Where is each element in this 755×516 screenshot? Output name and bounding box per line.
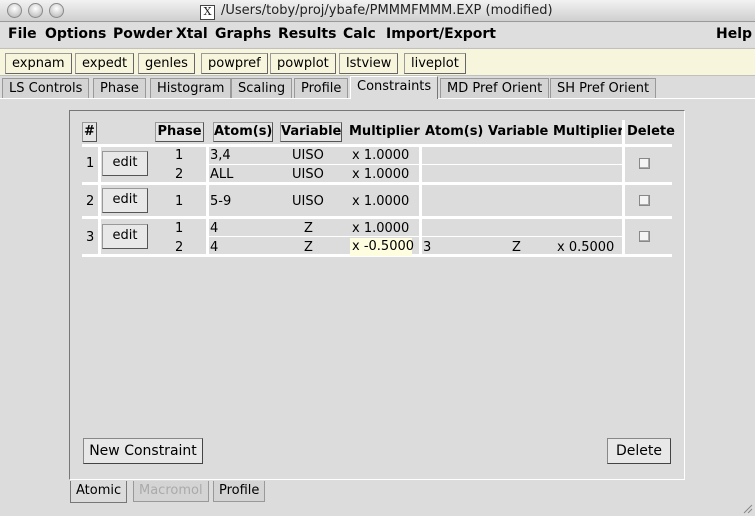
constraint-number: 2: [86, 194, 95, 209]
row-variable: UISO: [292, 194, 324, 209]
row-multiplier-selected[interactable]: x -0.5000: [350, 238, 414, 256]
row-multiplier[interactable]: x 1.0000: [352, 221, 409, 236]
tab-constraints[interactable]: Constraints: [350, 76, 439, 99]
zoom-window-button[interactable]: [49, 3, 64, 18]
row-variable: Z: [304, 240, 313, 255]
grid-rule: [82, 182, 672, 185]
menu-options[interactable]: Options: [45, 26, 106, 42]
row-variable: UISO: [292, 148, 324, 163]
grid-rule: [82, 216, 672, 219]
header-delete: Delete: [627, 124, 675, 139]
expnam-button[interactable]: expnam: [5, 53, 72, 74]
lstview-button[interactable]: lstview: [339, 53, 399, 74]
header-number[interactable]: #: [82, 122, 97, 142]
row-multiplier[interactable]: x 1.0000: [352, 194, 409, 209]
row-phase: 1: [175, 148, 184, 163]
tab-histogram[interactable]: Histogram: [150, 78, 232, 98]
delete-button[interactable]: Delete: [607, 438, 671, 464]
constraints-panel: [69, 110, 685, 480]
row-variable-2: Z: [512, 240, 521, 255]
tab-profile[interactable]: Profile: [294, 78, 349, 98]
grid-rule: [208, 236, 622, 237]
grid-rule: [622, 120, 625, 256]
close-window-button[interactable]: [7, 3, 22, 18]
edit-constraint-1-button[interactable]: edit: [102, 151, 148, 176]
toolbar: expnam expedt genles powpref powplot lst…: [0, 48, 755, 76]
constraint-number: 3: [86, 230, 95, 245]
tab-ls-controls[interactable]: LS Controls: [2, 78, 90, 98]
header-atoms[interactable]: Atom(s): [213, 122, 273, 142]
header-atoms-2: Atom(s): [425, 124, 484, 139]
row-atoms-2[interactable]: 3: [423, 240, 431, 255]
resize-grip-icon[interactable]: [741, 502, 753, 514]
header-multiplier-2: Multiplier: [553, 124, 624, 139]
powplot-button[interactable]: powplot: [270, 53, 336, 74]
genles-button[interactable]: genles: [138, 53, 195, 74]
row-multiplier[interactable]: x 1.0000: [352, 167, 409, 182]
header-variable-2: Variable: [488, 124, 549, 139]
menu-help[interactable]: Help: [716, 26, 752, 42]
row-multiplier[interactable]: x 1.0000: [352, 148, 409, 163]
minimize-window-button[interactable]: [28, 3, 43, 18]
edit-constraint-2-button[interactable]: edit: [102, 188, 148, 213]
menu-calc[interactable]: Calc: [343, 26, 376, 42]
delete-checkbox-2[interactable]: [639, 195, 650, 206]
grid-rule: [419, 144, 422, 256]
grid-rule: [208, 164, 622, 165]
tab-profile-bottom[interactable]: Profile: [213, 481, 266, 502]
menu-bar: File Options Powder Xtal Graphs Results …: [0, 23, 755, 47]
row-multiplier-2[interactable]: x 0.5000: [557, 240, 614, 255]
tab-atomic[interactable]: Atomic: [70, 481, 128, 503]
menu-results[interactable]: Results: [278, 26, 336, 42]
window-title-text: /Users/toby/proj/ybafe/PMMMFMMM.EXP (mod…: [221, 3, 553, 18]
row-atoms[interactable]: 3,4: [210, 148, 231, 163]
delete-checkbox-3[interactable]: [639, 231, 650, 242]
menu-powder[interactable]: Powder: [113, 26, 172, 42]
tab-sh-pref-orient[interactable]: SH Pref Orient: [550, 78, 657, 98]
grid-rule: [206, 144, 209, 256]
row-phase: 1: [175, 221, 184, 236]
edit-constraint-3-button[interactable]: edit: [102, 224, 148, 249]
grid-rule: [98, 144, 101, 256]
menu-file[interactable]: File: [8, 26, 37, 42]
row-atoms[interactable]: 4: [210, 221, 218, 236]
row-atoms[interactable]: 5-9: [210, 194, 231, 209]
tab-scaling[interactable]: Scaling: [231, 78, 293, 98]
tab-md-pref-orient[interactable]: MD Pref Orient: [440, 78, 550, 98]
powpref-button[interactable]: powpref: [201, 53, 268, 74]
tab-phase[interactable]: Phase: [93, 78, 146, 98]
row-variable: UISO: [292, 167, 324, 182]
header-multiplier: Multiplier: [349, 124, 420, 139]
row-phase: 1: [175, 194, 184, 209]
window-titlebar: X/Users/toby/proj/ybafe/PMMMFMMM.EXP (mo…: [0, 0, 755, 22]
row-phase: 2: [175, 167, 184, 182]
delete-checkbox-1[interactable]: [639, 158, 650, 169]
window-title: X/Users/toby/proj/ybafe/PMMMFMMM.EXP (mo…: [200, 3, 553, 20]
constraint-number: 1: [86, 156, 95, 171]
row-phase: 2: [175, 240, 184, 255]
expedt-button[interactable]: expedt: [75, 53, 135, 74]
row-atoms[interactable]: 4: [210, 240, 218, 255]
x11-icon: X: [200, 5, 215, 20]
menu-graphs[interactable]: Graphs: [215, 26, 271, 42]
new-constraint-button[interactable]: New Constraint: [83, 438, 203, 464]
grid-rule: [82, 144, 672, 147]
row-variable: Z: [304, 221, 313, 236]
menu-xtal[interactable]: Xtal: [176, 26, 208, 42]
liveplot-button[interactable]: liveplot: [404, 53, 466, 74]
menu-import-export[interactable]: Import/Export: [386, 26, 496, 42]
header-phase[interactable]: Phase: [155, 122, 204, 142]
row-atoms[interactable]: ALL: [210, 167, 233, 182]
tab-macromol[interactable]: Macromol: [133, 481, 209, 502]
header-variable[interactable]: Variable: [280, 122, 342, 142]
